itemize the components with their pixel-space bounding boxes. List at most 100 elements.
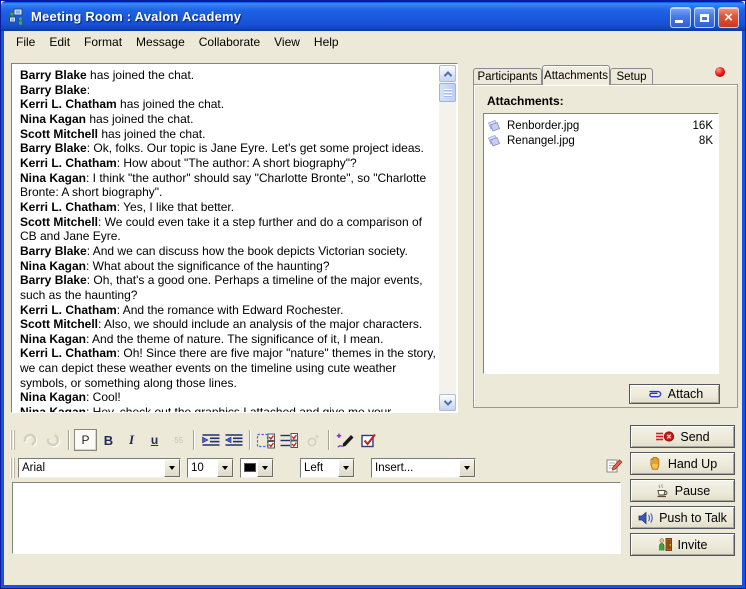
dropdown-arrow-icon[interactable]: [217, 459, 233, 477]
menu-format[interactable]: Format: [84, 35, 122, 49]
disabled-text-icon: ·55: [166, 429, 189, 451]
chat-transcript: Barry Blake has joined the chat. Barry Bl…: [11, 63, 458, 413]
disabled-icon: [301, 429, 324, 451]
chat-message: Nina Kagan: Cool!: [20, 390, 436, 405]
maximize-button[interactable]: [694, 7, 715, 28]
underline-button[interactable]: u: [143, 429, 166, 451]
minimize-button[interactable]: [670, 7, 691, 28]
maximize-icon: [700, 14, 709, 22]
attachment-item[interactable]: Renborder.jpg16K: [484, 118, 718, 133]
hand-up-button[interactable]: Hand Up: [630, 452, 735, 475]
font-family-value: Arial: [19, 459, 164, 477]
note-icon: [487, 134, 503, 147]
chat-message: Nina Kagan: And the theme of nature. The…: [20, 332, 436, 347]
menubar: File Edit Format Message Collaborate Vie…: [4, 31, 742, 53]
pause-label: Pause: [675, 484, 710, 498]
window-title: Meeting Room : Avalon Academy: [31, 9, 241, 24]
invite-label: Invite: [678, 538, 708, 552]
undo-icon[interactable]: [18, 429, 41, 451]
meeting-room-app-icon: [8, 8, 26, 26]
paperclip-icon: [646, 389, 663, 399]
chat-message: Scott Mitchell: We could even take it a …: [20, 215, 436, 244]
push-to-talk-button[interactable]: Push to Talk: [630, 506, 735, 529]
attachments-list[interactable]: Renborder.jpg16KRenangel.jpg8K: [483, 113, 719, 374]
alignment-select[interactable]: Left: [300, 458, 355, 478]
chat-message: Barry Blake has joined the chat.: [20, 68, 436, 83]
attachment-name: Renangel.jpg: [507, 135, 699, 147]
indent-increase-icon[interactable]: [199, 429, 222, 451]
list-checkboxes-icon[interactable]: [278, 429, 301, 451]
tab-setup[interactable]: Setup: [610, 68, 653, 85]
attach-button[interactable]: Attach: [629, 384, 720, 404]
chat-message: Kerri L. Chatham: Oh! Since there are fi…: [20, 346, 436, 390]
chat-message: Nina Kagan: Hey, check out the graphics …: [20, 405, 436, 412]
hand-icon: [648, 456, 663, 471]
font-color-select[interactable]: [240, 458, 274, 478]
font-size-select[interactable]: 10: [187, 458, 234, 478]
menu-file[interactable]: File: [16, 35, 35, 49]
window-border-right: [742, 31, 745, 588]
pause-button[interactable]: Pause: [630, 479, 735, 502]
send-button[interactable]: Send: [630, 425, 735, 448]
insert-select[interactable]: Insert...: [371, 458, 476, 478]
chat-message: Kerri L. Chatham: And the romance with E…: [20, 303, 436, 318]
chat-message: Barry Blake: And we can discuss how the …: [20, 244, 436, 259]
menu-edit[interactable]: Edit: [49, 35, 70, 49]
italic-button[interactable]: I: [120, 429, 143, 451]
italic-label: I: [129, 432, 134, 448]
format-toolbar: P B I u ·55: [10, 427, 380, 453]
push-to-talk-label: Push to Talk: [659, 511, 727, 525]
chat-messages: Barry Blake has joined the chat. Barry Bl…: [12, 64, 440, 412]
dropdown-arrow-icon[interactable]: [164, 459, 180, 477]
attachment-item[interactable]: Renangel.jpg8K: [484, 133, 718, 148]
message-input[interactable]: [12, 482, 621, 554]
scroll-up-button[interactable]: [439, 65, 456, 82]
toolbar-grip-handle[interactable]: [10, 458, 15, 478]
chevron-down-icon: [443, 397, 451, 405]
attachments-heading: Attachments:: [487, 94, 564, 108]
menu-collaborate[interactable]: Collaborate: [199, 35, 260, 49]
bold-button[interactable]: B: [97, 429, 120, 451]
bold-label: B: [104, 433, 113, 448]
dropdown-arrow-icon[interactable]: [338, 459, 354, 477]
scroll-down-button[interactable]: [439, 394, 456, 411]
edit-note-icon[interactable]: [605, 457, 623, 475]
annotate-pen-icon[interactable]: [334, 429, 357, 451]
scroll-thumb[interactable]: [439, 83, 456, 102]
invite-button[interactable]: Invite: [630, 533, 735, 556]
dropdown-arrow-icon[interactable]: [459, 459, 475, 477]
indent-decrease-icon[interactable]: [222, 429, 245, 451]
select-checkboxes-icon[interactable]: [255, 429, 278, 451]
tab-attachments[interactable]: Attachments: [542, 65, 610, 85]
redo-icon[interactable]: [41, 429, 64, 451]
invite-door-icon: [658, 537, 673, 552]
insert-value: Insert...: [372, 459, 459, 477]
close-button[interactable]: ×: [718, 7, 739, 28]
toolbar-grip-handle[interactable]: [10, 430, 15, 450]
attachment-size: 16K: [693, 120, 713, 132]
chat-scrollbar[interactable]: [439, 65, 456, 411]
chat-message: Scott Mitchell: Also, we should include …: [20, 317, 436, 332]
checkbox-icon[interactable]: [357, 429, 380, 451]
menu-message[interactable]: Message: [136, 35, 185, 49]
menu-view[interactable]: View: [274, 35, 300, 49]
attachment-size: 8K: [699, 135, 713, 147]
coffee-cup-icon: [655, 483, 670, 498]
meeting-room-window: Meeting Room : Avalon Academy × File Edi…: [0, 0, 746, 589]
minimize-icon: [675, 20, 683, 23]
titlebar[interactable]: Meeting Room : Avalon Academy ×: [1, 1, 745, 31]
chat-message: Barry Blake: Ok, folks. Our topic is Jan…: [20, 141, 436, 156]
menu-help[interactable]: Help: [314, 35, 339, 49]
toolbar-separator: [328, 430, 330, 450]
paragraph-label: P: [81, 433, 89, 447]
chat-message: Nina Kagan has joined the chat.: [20, 112, 436, 127]
dropdown-arrow-icon[interactable]: [257, 459, 273, 477]
font-toolbar: Arial 10 Left Insert...: [10, 456, 482, 480]
font-family-select[interactable]: Arial: [18, 458, 181, 478]
paragraph-button[interactable]: P: [74, 429, 97, 451]
window-border-bottom: [1, 585, 745, 588]
tab-participants[interactable]: Participants: [473, 68, 542, 85]
chevron-up-icon: [443, 71, 451, 79]
chat-message: Scott Mitchell has joined the chat.: [20, 127, 436, 142]
chat-message: Nina Kagan: I think "the author" should …: [20, 171, 436, 200]
